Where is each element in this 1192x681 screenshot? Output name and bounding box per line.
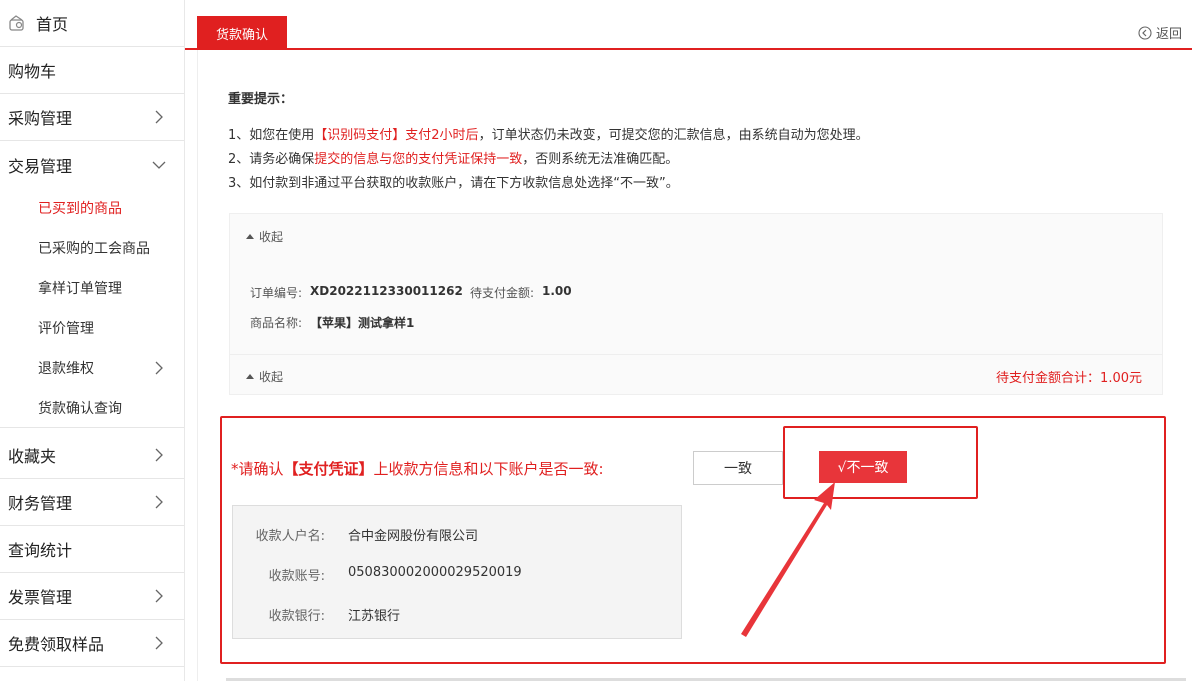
notice-line-2: 2、请务必确保提交的信息与您的支付凭证保持一致，否则系统无法准确匹配。 xyxy=(228,148,678,167)
sidebar-sub-refund[interactable]: 退款维权 xyxy=(0,348,184,388)
main-panel: 货款确认 返回 重要提示： 1、如您在使用【识别码支付】支付2小时后，订单状态仍… xyxy=(185,0,1192,681)
notice-highlight: 提交的信息与您的支付凭证保持一致 xyxy=(314,152,523,167)
sidebar-item-trade[interactable]: 交易管理 xyxy=(0,141,184,188)
amount-label: 待支付金额: xyxy=(470,286,535,300)
sidebar-sub-label: 已买到的商品 xyxy=(38,201,122,217)
chevron-right-icon xyxy=(155,636,163,650)
back-label: 返回 xyxy=(1155,27,1182,42)
sidebar-item-label: 收藏夹 xyxy=(8,447,57,466)
sidebar-sub-label: 评价管理 xyxy=(38,321,94,337)
sidebar-sub-label: 已采购的工会商品 xyxy=(38,241,150,257)
sidebar-item-label: 首页 xyxy=(36,15,69,34)
content-area: 重要提示： 1、如您在使用【识别码支付】支付2小时后，订单状态仍未改变，可提交您… xyxy=(197,50,1192,681)
notice-line-1: 1、如您在使用【识别码支付】支付2小时后，订单状态仍未改变，可提交您的汇款信息，… xyxy=(228,124,869,143)
sidebar-item-free-samples[interactable]: 免费领取样品 xyxy=(0,620,184,667)
sidebar-item-cart[interactable]: 购物车 xyxy=(0,47,184,94)
account-value: 05083000200002952001​9 xyxy=(348,565,522,580)
notice-line-3: 3、如付款到非通过平台获取的收款账户，请在下方收款信息处选择“不一致”。 xyxy=(228,176,679,191)
notice-title: 重要提示： xyxy=(228,92,294,107)
caret-up-icon xyxy=(246,374,254,379)
sidebar: 首页 购物车 采购管理 交易管理 已买到的商品 已采购的工会商品 拿样订单管理 … xyxy=(0,0,185,681)
payee-label: 收款人户名: xyxy=(255,529,325,544)
chevron-right-icon xyxy=(155,448,163,462)
sidebar-sub-sample-orders[interactable]: 拿样订单管理 xyxy=(0,268,184,308)
bank-value: 江苏银行 xyxy=(348,609,401,624)
back-link[interactable]: 返回 xyxy=(1138,23,1182,42)
sidebar-sub-label: 货款确认查询 xyxy=(38,400,122,417)
notice-highlight: 【识别码支付】支付2小时后 xyxy=(314,128,479,143)
sidebar-item-label: 免费领取样品 xyxy=(8,635,105,654)
chevron-right-icon xyxy=(155,110,163,124)
total-amount: 待支付金额合计：1.00元 xyxy=(996,371,1142,386)
sidebar-sub-label: 拿样订单管理 xyxy=(38,281,122,297)
sidebar-item-purchase[interactable]: 采购管理 xyxy=(0,94,184,141)
collapse-label: 收起 xyxy=(259,230,284,244)
sidebar-sub-reviews[interactable]: 评价管理 xyxy=(0,308,184,348)
sidebar-sub-label: 退款维权 xyxy=(38,361,94,377)
app-window: 首页 购物车 采购管理 交易管理 已买到的商品 已采购的工会商品 拿样订单管理 … xyxy=(0,0,1192,681)
collapse-toggle[interactable]: 收起 xyxy=(246,368,283,385)
chevron-right-icon xyxy=(155,495,163,509)
order-panel: 收起 订单编号: XD2022112330011262 待支付金额: 1.00 … xyxy=(229,213,1163,395)
chevron-right-icon xyxy=(155,589,163,603)
sidebar-sub-payment-confirm-query[interactable]: 货款确认查询 xyxy=(0,388,184,428)
product-value: 【苹果】测试拿样1 xyxy=(310,316,415,330)
confirm-text: *请确认 xyxy=(231,460,284,478)
caret-up-icon xyxy=(246,234,254,239)
tab-bar: 货款确认 返回 xyxy=(185,0,1192,50)
sidebar-item-favorites[interactable]: 收藏夹 xyxy=(0,432,184,479)
home-icon xyxy=(8,14,26,32)
sidebar-item-label: 财务管理 xyxy=(8,494,73,513)
chevron-right-icon xyxy=(155,361,163,375)
sidebar-item-label: 发票管理 xyxy=(8,588,73,607)
confirm-question: *请确认【支付凭证】上收款方信息和以下账户是否一致: xyxy=(231,458,604,479)
sidebar-sub-union-goods[interactable]: 已采购的工会商品 xyxy=(0,228,184,268)
match-button[interactable]: 一致 xyxy=(693,451,783,485)
order-details: 订单编号: XD2022112330011262 待支付金额: 1.00 商品名… xyxy=(230,254,1162,354)
account-info: 收款人户名: 合中金网股份有限公司 收款账号: 0508300020000295… xyxy=(232,505,682,639)
sidebar-item-stats[interactable]: 查询统计 xyxy=(0,526,184,573)
highlight-annotation xyxy=(783,426,978,499)
circle-left-icon xyxy=(1138,25,1152,40)
collapse-label: 收起 xyxy=(259,370,284,384)
chevron-down-icon xyxy=(152,161,166,169)
sidebar-item-label: 交易管理 xyxy=(8,156,73,176)
confirm-emphasis: 【支付凭证】 xyxy=(283,460,374,478)
notice-text: ，订单状态仍未改变，可提交您的汇款信息，由系统自动为您处理。 xyxy=(478,128,869,143)
notice-text: 1、如您在使用 xyxy=(228,128,315,143)
order-no-label: 订单编号: xyxy=(250,286,303,300)
sidebar-item-label: 购物车 xyxy=(8,62,57,81)
collapse-toggle[interactable]: 收起 xyxy=(246,228,283,245)
sidebar-item-label: 采购管理 xyxy=(8,109,73,128)
account-label: 收款账号: xyxy=(268,569,325,584)
notice-text: 2、请务必确保 xyxy=(228,152,315,167)
tab-payment-confirm[interactable]: 货款确认 xyxy=(197,16,287,50)
product-label: 商品名称: xyxy=(250,316,303,330)
sidebar-item-finance[interactable]: 财务管理 xyxy=(0,479,184,526)
notice-text: ，否则系统无法准确匹配。 xyxy=(522,152,679,167)
sidebar-item-invoice[interactable]: 发票管理 xyxy=(0,573,184,620)
sidebar-item-label: 查询统计 xyxy=(8,541,73,560)
order-no-value: XD2022112330011262 xyxy=(310,284,463,298)
sidebar-item-home[interactable]: 首页 xyxy=(0,0,184,47)
bank-label: 收款银行: xyxy=(268,609,325,624)
confirm-text: 上收款方信息和以下账户是否一致: xyxy=(373,460,604,478)
payee-value: 合中金网股份有限公司 xyxy=(348,529,479,544)
amount-value: 1.00 xyxy=(542,284,572,298)
order-footer: 收起 待支付金额合计：1.00元 xyxy=(230,354,1162,394)
confirm-panel: *请确认【支付凭证】上收款方信息和以下账户是否一致: 一致 √不一致 收款人户名… xyxy=(220,416,1166,664)
sidebar-sub-bought[interactable]: 已买到的商品 xyxy=(0,188,184,228)
